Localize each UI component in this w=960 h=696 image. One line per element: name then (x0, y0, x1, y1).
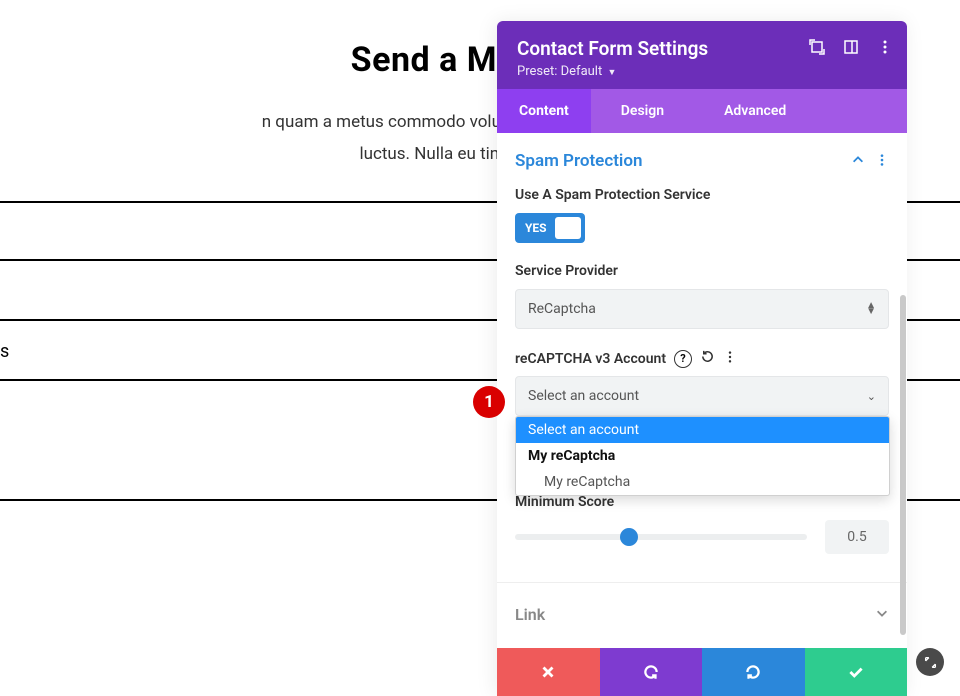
undo-button[interactable] (600, 648, 703, 696)
use-service-label: Use A Spam Protection Service (515, 187, 889, 203)
help-icon[interactable]: ? (674, 350, 692, 368)
select-arrows-icon: ▲▼ (866, 303, 876, 315)
dropdown-option-placeholder[interactable]: Select an account (516, 417, 889, 443)
redo-button[interactable] (702, 648, 805, 696)
tab-advanced[interactable]: Advanced (694, 89, 816, 133)
toggle-knob (555, 217, 581, 239)
toggle-text: YES (525, 221, 547, 235)
panel-header: Contact Form Settings Preset: Default ▼ (497, 21, 907, 89)
field-partial-text: s (0, 341, 9, 362)
callout-badge-1: 1 (473, 386, 505, 418)
provider-label: Service Provider (515, 263, 889, 279)
reset-icon[interactable] (700, 349, 715, 368)
preset-value: Default (561, 64, 603, 79)
min-score-label: Minimum Score (515, 494, 889, 510)
section-spam-title[interactable]: Spam Protection (515, 151, 642, 171)
settings-panel: Contact Form Settings Preset: Default ▼ … (497, 21, 907, 696)
account-dropdown: Select an account My reCaptcha My reCapt… (515, 416, 890, 496)
caret-down-icon: ▼ (607, 68, 616, 78)
slider-thumb[interactable] (620, 528, 638, 546)
panel-body: Spam Protection Use A Spam Protection Se… (497, 133, 907, 648)
cancel-button[interactable] (497, 648, 600, 696)
resize-handle[interactable] (916, 648, 944, 676)
dropdown-option-group[interactable]: My reCaptcha (516, 443, 889, 469)
provider-select[interactable]: ReCaptcha ▲▼ (515, 289, 889, 329)
account-placeholder: Select an account (528, 388, 639, 404)
field-more-icon[interactable] (723, 349, 737, 368)
account-select[interactable]: Select an account ⌄ (515, 376, 889, 416)
more-icon[interactable] (877, 39, 893, 55)
preset-selector[interactable]: Preset: Default ▼ (517, 64, 887, 79)
footer-bar (497, 648, 907, 696)
chevron-down-icon[interactable] (875, 605, 889, 624)
tab-design[interactable]: Design (591, 89, 694, 133)
chevron-up-icon[interactable] (851, 152, 865, 171)
provider-value: ReCaptcha (528, 301, 596, 317)
dropdown-option-account[interactable]: My reCaptcha (516, 469, 889, 495)
account-label: reCAPTCHA v3 Account (515, 351, 666, 367)
spam-toggle[interactable]: YES (515, 213, 585, 243)
tab-content[interactable]: Content (497, 89, 591, 133)
chevron-down-icon: ⌄ (867, 390, 876, 403)
min-score-value[interactable]: 0.5 (825, 520, 889, 554)
scrollbar[interactable] (900, 295, 906, 635)
save-button[interactable] (805, 648, 908, 696)
expand-icon[interactable] (809, 39, 825, 59)
preset-label: Preset: (517, 64, 557, 79)
section-link-title[interactable]: Link (515, 605, 545, 624)
layout-icon[interactable] (843, 39, 859, 59)
tabs: Content Design Advanced (497, 89, 907, 133)
min-score-slider[interactable] (515, 534, 807, 540)
section-more-icon[interactable] (875, 152, 889, 171)
